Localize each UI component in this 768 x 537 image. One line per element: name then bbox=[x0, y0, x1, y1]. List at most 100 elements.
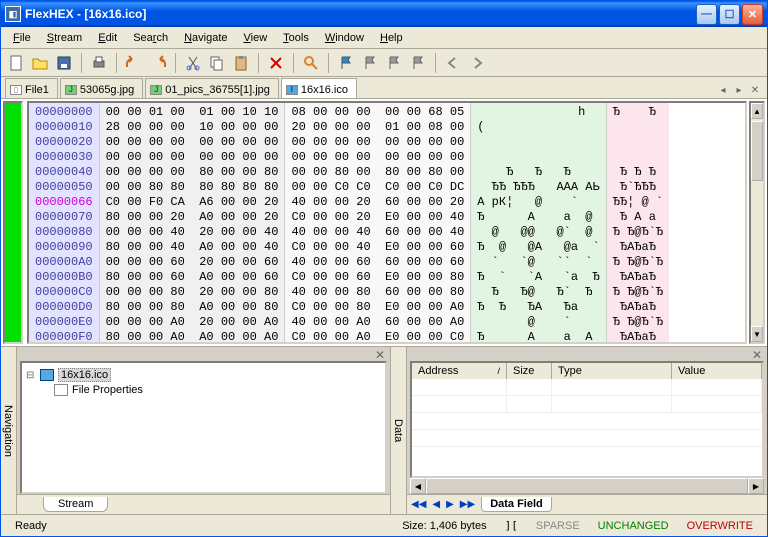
scroll-thumb[interactable] bbox=[751, 121, 763, 181]
hex-column-a[interactable]: 00 00 01 00 01 00 10 10 28 00 00 00 10 0… bbox=[100, 103, 286, 342]
ascii-column-b[interactable]: Ђ Ђ Ђ Ђ Ђ Ђ`ЂЂЂ ЂЂ¦ @ ` Ђ А а Ђ Ђ@Ђ`Ђ ЂА… bbox=[607, 103, 669, 342]
tab-close[interactable]: ✕ bbox=[747, 82, 763, 98]
titlebar[interactable]: ◧ FlexHEX - [16x16.ico] — ☐ ✕ bbox=[1, 1, 767, 27]
pane-close-icon[interactable]: ✕ bbox=[752, 348, 764, 360]
scroll-up-icon[interactable]: ▲ bbox=[751, 103, 763, 119]
menu-window[interactable]: Window bbox=[317, 30, 372, 46]
vertical-scrollbar[interactable]: ▲ ▼ bbox=[749, 101, 765, 344]
save-icon[interactable] bbox=[53, 52, 75, 74]
status-sparse: SPARSE bbox=[530, 520, 586, 532]
bookmark-next-icon[interactable] bbox=[383, 52, 405, 74]
flag-icon[interactable] bbox=[335, 52, 357, 74]
redo-icon[interactable] bbox=[147, 52, 169, 74]
file-tab-label: 53065g.jpg bbox=[80, 84, 134, 96]
grid-header: Address/ Size Type Value bbox=[410, 361, 764, 379]
file-tab-2[interactable]: J01_pics_36755[1].jpg bbox=[145, 78, 279, 98]
new-file-icon[interactable] bbox=[5, 52, 27, 74]
modification-gutter bbox=[3, 101, 23, 344]
back-icon[interactable] bbox=[442, 52, 464, 74]
status-size: Size: 1,406 bytes bbox=[396, 520, 492, 532]
menu-tools[interactable]: Tools bbox=[275, 30, 317, 46]
data-field-tab[interactable]: Data Field bbox=[481, 497, 552, 512]
menubar: File Stream Edit Search Navigate View To… bbox=[1, 27, 767, 49]
ascii-column-a[interactable]: h ( Ђ Ђ Ђ ЂЂ ЂЂЂ ААА АЬ А рК¦ @ ` Ђ А а … bbox=[471, 103, 606, 342]
window-title: FlexHEX - [16x16.ico] bbox=[25, 7, 146, 21]
hex-content[interactable]: 00000000 00000010 00000020 00000030 0000… bbox=[27, 101, 747, 344]
app-icon: ◧ bbox=[5, 6, 21, 22]
hex-column-b[interactable]: 08 00 00 00 00 00 68 05 20 00 00 00 01 0… bbox=[285, 103, 471, 342]
close-button[interactable]: ✕ bbox=[742, 4, 763, 25]
col-type[interactable]: Type bbox=[552, 363, 672, 379]
file-tab-label: File1 bbox=[25, 84, 49, 96]
tree-tabs: Stream bbox=[17, 494, 390, 514]
tree-view[interactable]: ⊟ 16x16.ico File Properties bbox=[20, 361, 387, 494]
file-tab-3[interactable]: I16x16.ico bbox=[281, 78, 357, 98]
app-window: ◧ FlexHEX - [16x16.ico] — ☐ ✕ File Strea… bbox=[0, 0, 768, 537]
lower-panes: Navigation ✕ ⊟ 16x16.ico File Properties bbox=[1, 347, 767, 514]
cursor-icon: ][ bbox=[499, 519, 524, 532]
menu-search[interactable]: Search bbox=[125, 30, 176, 46]
print-icon[interactable] bbox=[88, 52, 110, 74]
nav-first-icon[interactable]: ◀◀ bbox=[411, 499, 426, 510]
tree-node-label: File Properties bbox=[72, 384, 143, 396]
bookmark-icon[interactable] bbox=[359, 52, 381, 74]
offset-column: 00000000 00000010 00000020 00000030 0000… bbox=[29, 103, 100, 342]
scroll-down-icon[interactable]: ▼ bbox=[751, 326, 763, 342]
menu-help[interactable]: Help bbox=[372, 30, 411, 46]
data-label: Data bbox=[391, 347, 407, 514]
menu-navigate[interactable]: Navigate bbox=[176, 30, 235, 46]
nav-prev-icon[interactable]: ◀ bbox=[432, 499, 440, 510]
minimize-button[interactable]: — bbox=[696, 4, 717, 25]
find-icon[interactable] bbox=[300, 52, 322, 74]
navigation-label: Navigation bbox=[1, 347, 17, 514]
tree-node-label: 16x16.ico bbox=[58, 368, 111, 382]
jpg-icon: J bbox=[150, 85, 162, 95]
paste-icon[interactable] bbox=[230, 52, 252, 74]
cut-icon[interactable] bbox=[182, 52, 204, 74]
scroll-right-icon[interactable]: ▶ bbox=[748, 478, 764, 494]
grid-body[interactable] bbox=[410, 379, 764, 478]
nav-next-icon[interactable]: ▶ bbox=[446, 499, 454, 510]
menu-stream[interactable]: Stream bbox=[39, 30, 90, 46]
maximize-button[interactable]: ☐ bbox=[719, 4, 740, 25]
jpg-icon: J bbox=[65, 85, 77, 95]
data-nav: ◀◀ ◀ ▶ ▶▶ Data Field bbox=[407, 494, 767, 514]
file-tab-label: 01_pics_36755[1].jpg bbox=[165, 84, 270, 96]
menu-view[interactable]: View bbox=[236, 30, 276, 46]
undo-icon[interactable] bbox=[123, 52, 145, 74]
file-tab-label: 16x16.ico bbox=[301, 84, 348, 96]
status-unchanged: UNCHANGED bbox=[592, 520, 675, 532]
nav-last-icon[interactable]: ▶▶ bbox=[460, 499, 475, 510]
copy-icon[interactable] bbox=[206, 52, 228, 74]
toolbar bbox=[1, 49, 767, 77]
open-folder-icon[interactable] bbox=[29, 52, 51, 74]
bookmark-prev-icon[interactable] bbox=[407, 52, 429, 74]
main-area: 00000000 00000010 00000020 00000030 0000… bbox=[1, 99, 767, 514]
tree-root[interactable]: ⊟ 16x16.ico bbox=[26, 367, 381, 383]
delete-icon[interactable] bbox=[265, 52, 287, 74]
properties-icon bbox=[54, 384, 68, 396]
menu-edit[interactable]: Edit bbox=[90, 30, 125, 46]
doc-icon: ▯ bbox=[10, 85, 22, 95]
horizontal-scrollbar[interactable]: ◀ ▶ bbox=[410, 478, 764, 494]
tab-scroll-right[interactable]: ▸ bbox=[731, 82, 747, 98]
file-tab-1[interactable]: J53065g.jpg bbox=[60, 78, 143, 98]
col-value[interactable]: Value bbox=[672, 363, 762, 379]
status-overwrite: OVERWRITE bbox=[681, 520, 759, 532]
tab-scroll-left[interactable]: ◂ bbox=[715, 82, 731, 98]
file-tabs: ▯File1 J53065g.jpg J01_pics_36755[1].jpg… bbox=[1, 77, 767, 99]
scroll-left-icon[interactable]: ◀ bbox=[410, 478, 426, 494]
tree-child[interactable]: File Properties bbox=[26, 383, 381, 397]
menu-file[interactable]: File bbox=[5, 30, 39, 46]
ico-icon: I bbox=[286, 85, 298, 95]
collapse-icon[interactable]: ⊟ bbox=[26, 370, 36, 381]
data-pane: Data ✕ Address/ Size Type Value bbox=[391, 347, 767, 514]
stream-tab[interactable]: Stream bbox=[43, 497, 108, 512]
pane-close-icon[interactable]: ✕ bbox=[375, 348, 387, 360]
col-address[interactable]: Address/ bbox=[412, 363, 507, 379]
file-tab-0[interactable]: ▯File1 bbox=[5, 78, 58, 98]
status-ready: Ready bbox=[9, 520, 53, 532]
forward-icon[interactable] bbox=[466, 52, 488, 74]
col-size[interactable]: Size bbox=[507, 363, 552, 379]
navigation-pane: Navigation ✕ ⊟ 16x16.ico File Properties bbox=[1, 347, 391, 514]
